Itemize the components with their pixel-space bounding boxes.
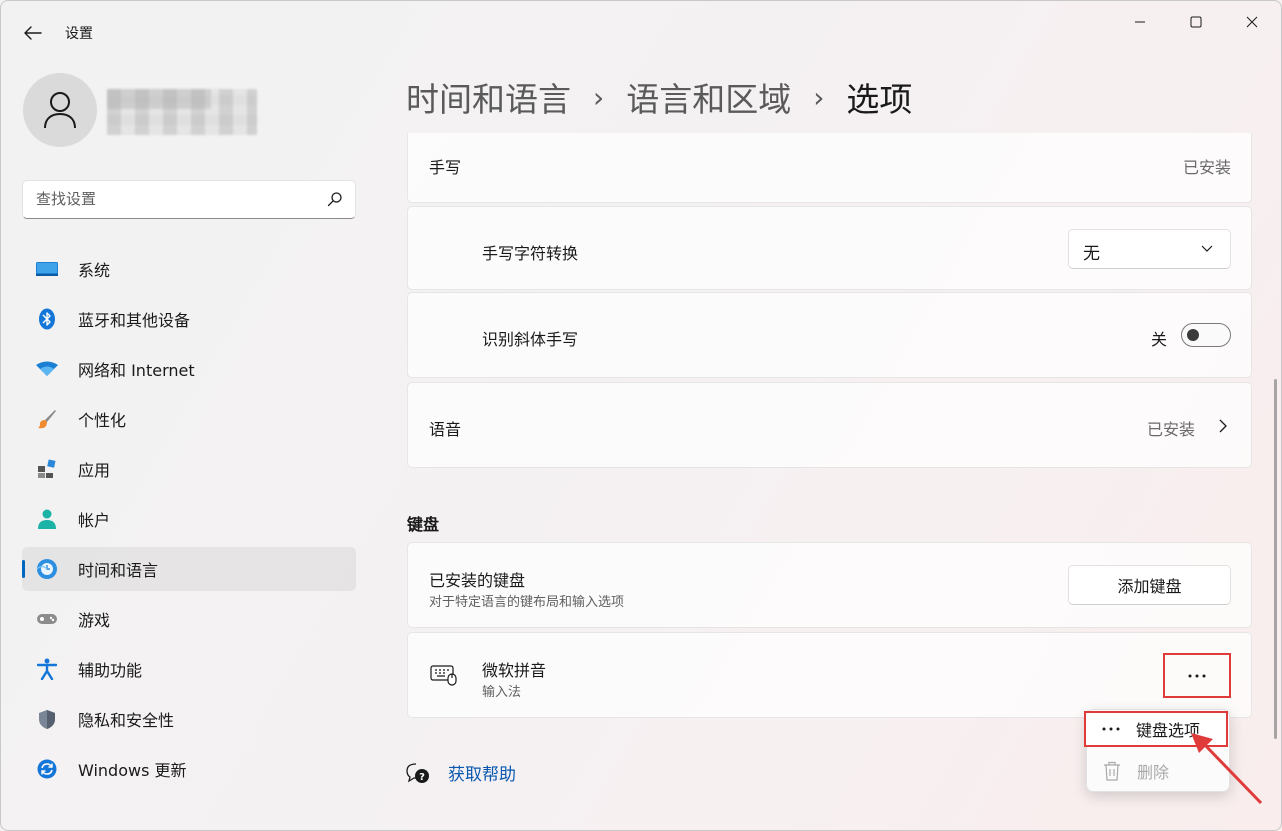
search-box[interactable] xyxy=(22,180,356,219)
speech-status: 已安装 xyxy=(1146,420,1195,439)
italic-handwriting-label: 识别斜体手写 xyxy=(482,330,579,349)
sidebar-item-label: 辅助功能 xyxy=(78,661,143,680)
sidebar-item-bluetooth[interactable]: 蓝牙和其他设备 xyxy=(22,297,356,341)
back-button[interactable] xyxy=(17,19,49,47)
sidebar-item-system[interactable]: 系统 xyxy=(22,247,356,291)
update-icon xyxy=(36,758,58,780)
sidebar-item-label: 帐户 xyxy=(78,511,111,530)
sidebar-item-gaming[interactable]: 游戏 xyxy=(22,597,356,641)
chevron-down-icon xyxy=(1201,245,1213,252)
handwriting-conversion-dropdown[interactable]: 无 xyxy=(1068,229,1231,269)
italic-handwriting-row: 识别斜体手写 关 xyxy=(407,292,1252,378)
shield-icon xyxy=(36,708,58,730)
search-input[interactable] xyxy=(36,190,316,208)
handwriting-status: 已安装 xyxy=(1182,158,1231,177)
maximize-button[interactable] xyxy=(1167,7,1225,37)
blurred-account-name xyxy=(107,89,257,135)
sidebar-item-label: Windows 更新 xyxy=(78,761,187,780)
breadcrumb-item-language-region[interactable]: 语言和区域 xyxy=(626,73,791,121)
wifi-icon xyxy=(36,358,58,380)
keyboard-item-row: 微软拼音 输入法 xyxy=(407,632,1252,718)
close-button[interactable] xyxy=(1223,7,1281,37)
minimize-icon xyxy=(1135,21,1145,23)
keyboard-icon xyxy=(430,665,457,686)
sidebar-item-label: 隐私和安全性 xyxy=(78,711,175,730)
arrow-left-icon xyxy=(24,26,42,40)
breadcrumb-separator: › xyxy=(813,80,825,114)
more-icon xyxy=(1086,727,1136,731)
more-icon xyxy=(1188,674,1206,677)
sidebar-item-label: 游戏 xyxy=(78,611,111,630)
close-icon xyxy=(1246,16,1258,28)
keyboard-name: 微软拼音 xyxy=(482,661,547,680)
handwriting-label: 手写 xyxy=(429,158,462,177)
sidebar-item-accessibility[interactable]: 辅助功能 xyxy=(22,647,356,691)
sidebar-item-label: 系统 xyxy=(78,261,111,280)
sidebar-item-privacy[interactable]: 隐私和安全性 xyxy=(22,697,356,741)
breadcrumb-item-time-language[interactable]: 时间和语言 xyxy=(406,73,571,121)
menu-item-label: 删除 xyxy=(1137,763,1170,782)
sidebar-item-time-language[interactable]: 时间和语言 xyxy=(22,547,356,591)
handwriting-row: 手写 已安装 xyxy=(407,133,1252,203)
installed-keyboards-description: 对于特定语言的键布局和输入选项 xyxy=(429,595,625,610)
app-title: 设置 xyxy=(65,26,93,42)
keyboard-type: 输入法 xyxy=(482,685,522,700)
help-chat-icon: ? xyxy=(406,762,429,783)
installed-keyboards-label: 已安装的键盘 xyxy=(429,571,526,590)
speech-row[interactable]: 语音 已安装 xyxy=(407,382,1252,468)
page-title: 选项 xyxy=(846,80,913,119)
sidebar-item-accounts[interactable]: 帐户 xyxy=(22,497,356,541)
dropdown-value: 无 xyxy=(1083,244,1100,264)
keyboard-more-options-button[interactable] xyxy=(1163,653,1231,698)
settings-window: 设置 系统 xyxy=(0,0,1282,831)
sidebar-item-windows-update[interactable]: Windows 更新 xyxy=(22,747,356,791)
trash-icon xyxy=(1087,761,1137,781)
gamepad-icon xyxy=(36,608,58,630)
toggle-state-label: 关 xyxy=(1150,330,1167,349)
title-bar: 设置 xyxy=(1,1,1281,63)
apps-icon xyxy=(36,458,58,480)
breadcrumb-separator: › xyxy=(593,80,605,114)
sidebar-item-label: 蓝牙和其他设备 xyxy=(78,311,191,330)
sidebar-item-network[interactable]: 网络和 Internet xyxy=(22,347,356,391)
monitor-icon xyxy=(36,258,58,280)
sidebar-item-label: 网络和 Internet xyxy=(78,361,195,380)
person-icon xyxy=(44,92,76,129)
account-icon xyxy=(36,508,58,530)
avatar xyxy=(23,73,97,147)
installed-keyboards-row: 已安装的键盘 对于特定语言的键布局和输入选项 添加键盘 xyxy=(407,542,1252,628)
minimize-button[interactable] xyxy=(1111,7,1169,37)
sidebar-item-label: 时间和语言 xyxy=(78,561,159,580)
bluetooth-icon xyxy=(36,308,58,330)
handwriting-conversion-label: 手写字符转换 xyxy=(482,244,579,263)
maximize-icon xyxy=(1190,16,1202,28)
sidebar-item-apps[interactable]: 应用 xyxy=(22,447,356,491)
get-help-label: 获取帮助 xyxy=(448,765,516,785)
svg-text:?: ? xyxy=(419,772,425,783)
search-icon[interactable] xyxy=(327,191,343,207)
italic-handwriting-toggle[interactable] xyxy=(1181,323,1231,347)
scrollbar[interactable] xyxy=(1274,379,1277,739)
sidebar-item-label: 个性化 xyxy=(78,411,127,430)
add-keyboard-button[interactable]: 添加键盘 xyxy=(1068,565,1231,605)
sidebar-item-label: 应用 xyxy=(78,461,111,480)
speech-label: 语音 xyxy=(429,420,462,439)
keyboard-section-title: 键盘 xyxy=(407,515,440,534)
breadcrumb: 时间和语言 › 语言和区域 › 选项 xyxy=(406,71,912,123)
chevron-right-icon xyxy=(1219,419,1227,433)
annotation-arrow xyxy=(1191,733,1263,805)
get-help-link[interactable]: ? 获取帮助 xyxy=(406,760,516,785)
globe-clock-icon xyxy=(36,558,58,580)
accessibility-icon xyxy=(36,658,58,680)
handwriting-conversion-row: 手写字符转换 无 xyxy=(407,206,1252,290)
toggle-knob xyxy=(1187,329,1199,341)
brush-icon xyxy=(36,408,58,430)
sidebar-nav: 系统 蓝牙和其他设备 网络和 Internet 个性化 应用 帐户 时间和语言 … xyxy=(22,247,356,797)
sidebar-item-personalization[interactable]: 个性化 xyxy=(22,397,356,441)
